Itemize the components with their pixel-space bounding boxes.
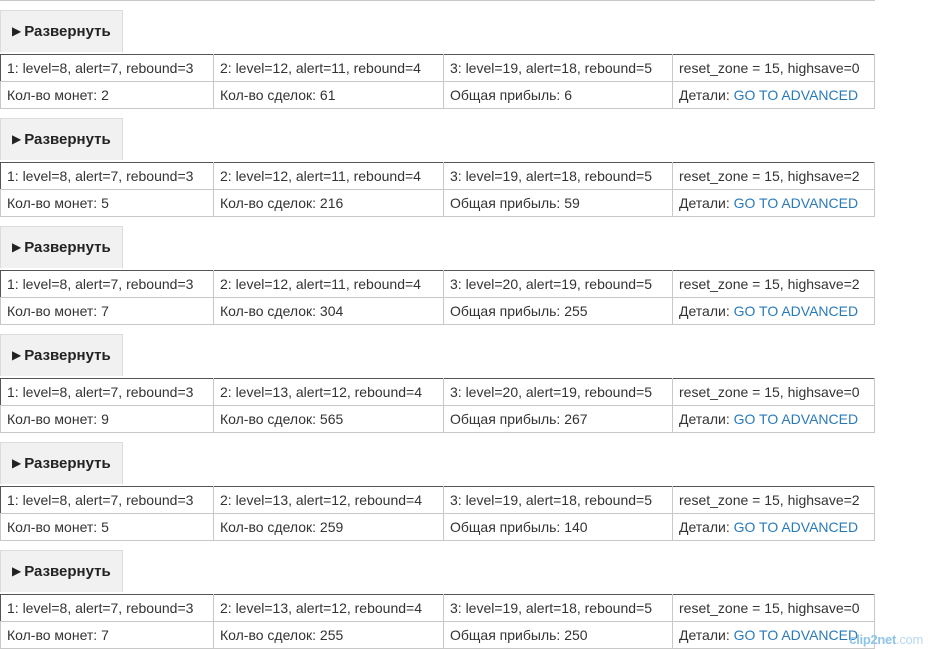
- expand-button-label: Развернуть: [24, 347, 111, 364]
- expand-triangle-icon: ▶: [12, 348, 22, 362]
- level-2-params-cell: 2: level=13, alert=12, rebound=4: [213, 378, 444, 406]
- reset-zone-cell: reset_zone = 15, highsave=2: [672, 486, 875, 514]
- level-1-params-cell: 1: level=8, alert=7, rebound=3: [0, 270, 214, 298]
- level-1-params-cell: 1: level=8, alert=7, rebound=3: [0, 594, 214, 622]
- deals-count-cell: Кол-во сделок: 255: [213, 621, 444, 649]
- expand-button-label: Развернуть: [24, 131, 111, 148]
- expand-button[interactable]: ▶ Развернуть: [0, 10, 123, 52]
- result-block: ▶ Развернуть 1: level=8, alert=7, rebound…: [0, 526, 935, 649]
- params-row: 1: level=8, alert=7, rebound=3 2: level=…: [0, 378, 875, 406]
- level-3-params-cell: 3: level=19, alert=18, rebound=5: [443, 594, 673, 622]
- expand-button-label: Развернуть: [24, 239, 111, 256]
- params-row: 1: level=8, alert=7, rebound=3 2: level=…: [0, 486, 875, 514]
- result-block: ▶ Развернуть 1: level=8, alert=7, rebound…: [0, 418, 935, 541]
- level-1-params-cell: 1: level=8, alert=7, rebound=3: [0, 486, 214, 514]
- expand-triangle-icon: ▶: [12, 564, 22, 578]
- result-block: ▶ Развернуть 1: level=8, alert=7, rebound…: [0, 0, 935, 109]
- params-row: 1: level=8, alert=7, rebound=3 2: level=…: [0, 594, 875, 622]
- expand-button-label: Развернуть: [24, 23, 111, 40]
- clip2net-watermark: clip2net.com: [849, 632, 923, 647]
- expand-button[interactable]: ▶ Развернуть: [0, 442, 123, 484]
- level-1-params-cell: 1: level=8, alert=7, rebound=3: [0, 54, 214, 82]
- coins-count-cell: Кол-во монет: 7: [0, 621, 214, 649]
- result-table: 1: level=8, alert=7, rebound=3 2: level=…: [0, 594, 875, 649]
- expand-button[interactable]: ▶ Развернуть: [0, 334, 123, 376]
- result-block: ▶ Развернуть 1: level=8, alert=7, rebound…: [0, 94, 935, 217]
- params-row: 1: level=8, alert=7, rebound=3 2: level=…: [0, 162, 875, 190]
- expand-triangle-icon: ▶: [12, 132, 22, 146]
- stats-row: Кол-во монет: 7 Кол-во сделок: 255 Общая…: [0, 621, 875, 649]
- expand-button-label: Развернуть: [24, 455, 111, 472]
- reset-zone-cell: reset_zone = 15, highsave=0: [672, 54, 875, 82]
- details-label: Детали:: [679, 627, 730, 643]
- level-3-params-cell: 3: level=19, alert=18, rebound=5: [443, 54, 673, 82]
- total-profit-cell: Общая прибыль: 250: [443, 621, 673, 649]
- level-3-params-cell: 3: level=20, alert=19, rebound=5: [443, 378, 673, 406]
- level-2-params-cell: 2: level=13, alert=12, rebound=4: [213, 594, 444, 622]
- reset-zone-cell: reset_zone = 15, highsave=2: [672, 270, 875, 298]
- level-3-params-cell: 3: level=19, alert=18, rebound=5: [443, 486, 673, 514]
- expand-button-label: Развернуть: [24, 563, 111, 580]
- results-page: ▶ Развернуть 1: level=8, alert=7, rebound…: [0, 0, 935, 649]
- params-row: 1: level=8, alert=7, rebound=3 2: level=…: [0, 270, 875, 298]
- params-row: 1: level=8, alert=7, rebound=3 2: level=…: [0, 54, 875, 82]
- level-2-params-cell: 2: level=12, alert=11, rebound=4: [213, 162, 444, 190]
- details-cell: Детали: GO TO ADVANCED: [672, 621, 875, 649]
- level-2-params-cell: 2: level=12, alert=11, rebound=4: [213, 270, 444, 298]
- reset-zone-cell: reset_zone = 15, highsave=0: [672, 594, 875, 622]
- result-block: ▶ Развернуть 1: level=8, alert=7, rebound…: [0, 310, 935, 433]
- level-1-params-cell: 1: level=8, alert=7, rebound=3: [0, 378, 214, 406]
- reset-zone-cell: reset_zone = 15, highsave=2: [672, 162, 875, 190]
- expand-triangle-icon: ▶: [12, 240, 22, 254]
- expand-button[interactable]: ▶ Развернуть: [0, 118, 123, 160]
- go-to-advanced-link[interactable]: GO TO ADVANCED: [734, 627, 858, 643]
- expand-triangle-icon: ▶: [12, 24, 22, 38]
- level-1-params-cell: 1: level=8, alert=7, rebound=3: [0, 162, 214, 190]
- level-3-params-cell: 3: level=20, alert=19, rebound=5: [443, 270, 673, 298]
- level-2-params-cell: 2: level=13, alert=12, rebound=4: [213, 486, 444, 514]
- result-block: ▶ Развернуть 1: level=8, alert=7, rebound…: [0, 202, 935, 325]
- reset-zone-cell: reset_zone = 15, highsave=0: [672, 378, 875, 406]
- expand-button[interactable]: ▶ Развернуть: [0, 550, 123, 592]
- expand-triangle-icon: ▶: [12, 456, 22, 470]
- level-3-params-cell: 3: level=19, alert=18, rebound=5: [443, 162, 673, 190]
- level-2-params-cell: 2: level=12, alert=11, rebound=4: [213, 54, 444, 82]
- expand-button[interactable]: ▶ Развернуть: [0, 226, 123, 268]
